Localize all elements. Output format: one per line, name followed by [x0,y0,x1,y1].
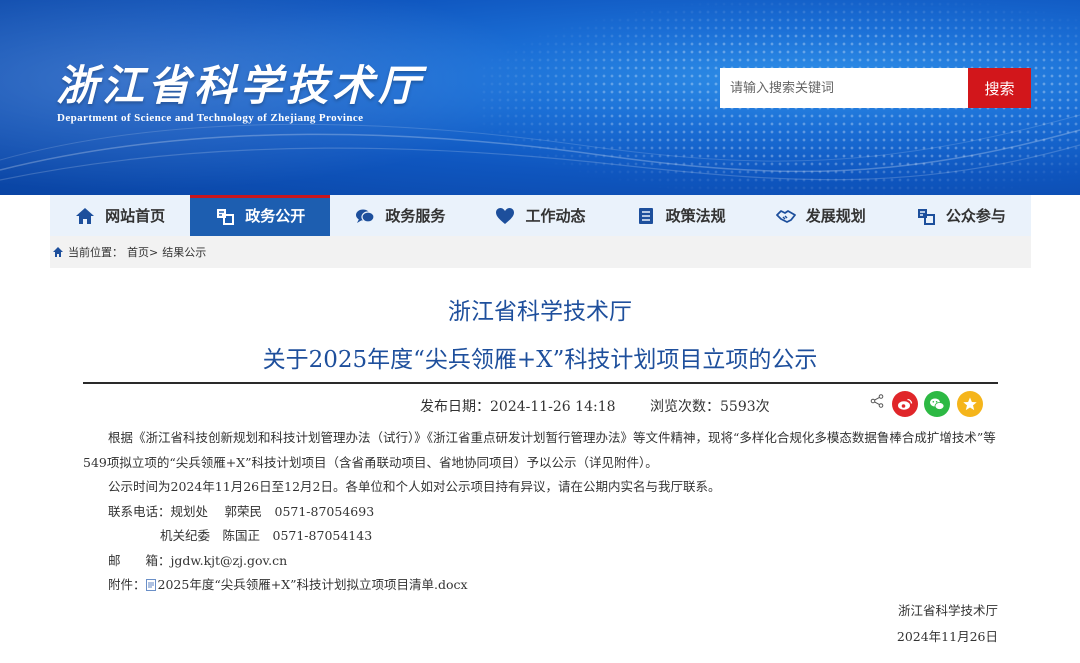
nav-item-label: 公众参与 [945,207,1006,225]
breadcrumb-home-link[interactable]: 首页> [127,244,158,260]
nav-item-open-government[interactable]: 政务公开 [190,195,331,236]
weibo-icon [898,398,913,410]
nav-item-label: 发展规划 [805,207,866,225]
breadcrumb: 当前位置： 首页> 结果公示 [50,236,1031,268]
location-home-icon [53,247,63,257]
article-title-agency: 浙江省科学技术厅 [448,299,632,325]
title-divider [83,382,998,384]
article-paragraph: 根据《浙江省科技创新规划和科技计划管理办法（试行）》《浙江省重点研发计划暂行管理… [83,430,996,470]
view-count-value: 5593次 [720,399,770,415]
nav-item-home[interactable]: 网站首页 [50,195,190,236]
participation-icon [917,208,935,225]
attachment-line: 附件： 2025年度“尖兵领雁+X”科技计划拟立项项目清单.docx [83,573,998,598]
email-line: 邮 箱：jgdw.kjt@zj.gov.cn [83,549,998,574]
header-banner: 浙江省科学技术厅 Department of Science and Techn… [0,0,1080,195]
publish-date: 发布日期：2024-11-26 14:18 [420,396,616,416]
open-government-icon [217,208,235,225]
document-list-icon [638,207,653,224]
nav-item-label: 政务公开 [245,207,306,225]
contact-label: 联系电话： [108,503,171,519]
nav-item-planning[interactable]: 发展规划 [751,195,891,236]
article-body: 根据《浙江省科技创新规划和科技计划管理办法（试行）》《浙江省重点研发计划暂行管理… [83,426,998,598]
chat-bubbles-icon [356,209,375,223]
qzone-share-button[interactable] [957,391,983,417]
publish-date-value: 2024-11-26 14:18 [490,399,616,415]
nav-item-label: 工作动态 [525,207,586,225]
share-icon[interactable] [870,394,884,408]
nav-item-label: 网站首页 [105,207,166,225]
email-label: 邮 箱： [108,552,171,568]
star-icon [963,397,977,411]
article-paragraph: 公示时间为2024年11月26日至12月2日。各单位和个人如对公示项目持有异议，… [108,479,721,494]
search-button[interactable]: 搜索 [968,68,1031,108]
contact-line: 联系电话：规划处 郭荣民 0571-87054693 [83,500,998,525]
signer: 浙江省科学技术厅 [897,603,998,618]
site-subtitle: Department of Science and Technology of … [57,112,364,124]
nav-item-label: 政务服务 [385,207,446,225]
word-document-icon [145,579,156,591]
contact-line: 机关纪委 陈国正 0571-87054143 [83,524,998,549]
main-nav: 网站首页 政务公开 政务服务 工作动态 政策法规 发展规划 公众参与 [50,195,1031,236]
contact-discipline: 机关纪委 陈国正 0571-87054143 [160,528,373,543]
email-value[interactable]: jgdw.kjt@zj.gov.cn [171,553,288,568]
publish-date-label: 发布日期： [420,399,490,415]
nav-item-participation[interactable]: 公众参与 [891,195,1031,236]
attachment-label: 附件： [108,577,146,592]
nav-item-work-news[interactable]: 工作动态 [470,195,610,236]
breadcrumb-prefix: 当前位置： [68,246,123,259]
view-count-label: 浏览次数： [650,399,720,415]
breadcrumb-current[interactable]: 结果公示 [162,244,206,260]
view-count: 浏览次数：5593次 [650,396,770,416]
wechat-icon [930,398,945,410]
sign-date: 2024年11月26日 [896,629,998,644]
home-icon [76,207,95,224]
nav-item-label: 政策法规 [665,207,726,225]
nav-item-policies[interactable]: 政策法规 [611,195,751,236]
contact-planning: 规划处 郭荣民 0571-87054693 [170,503,375,519]
site-title[interactable]: 浙江省科学技术厅 [56,52,424,113]
wechat-share-button[interactable] [924,391,950,417]
weibo-share-button[interactable] [892,391,918,417]
handshake-icon [775,209,796,223]
article-title: 关于2025年度“尖兵领雁+X”科技计划项目立项的公示 [262,347,818,373]
attachment-link[interactable]: 2025年度“尖兵领雁+X”科技计划拟立项项目清单.docx [158,577,468,592]
nav-item-services[interactable]: 政务服务 [330,195,470,236]
search-input[interactable] [720,68,968,108]
heart-icon [496,207,515,224]
